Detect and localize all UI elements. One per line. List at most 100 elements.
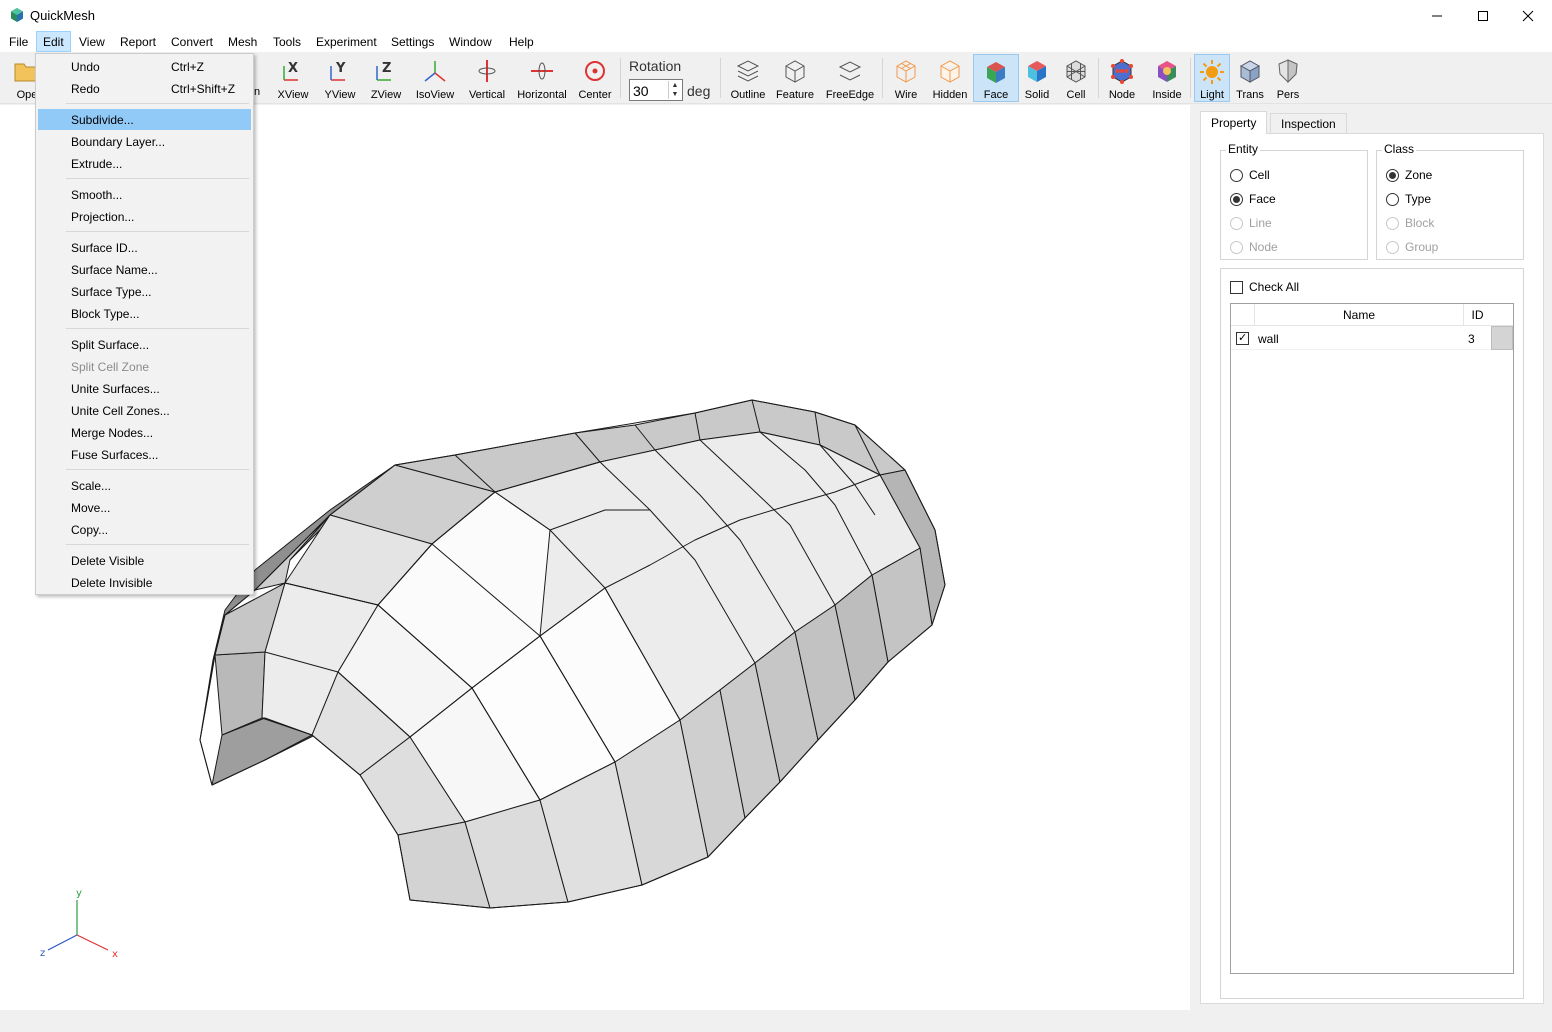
- radio-circle: [1230, 216, 1243, 230]
- check-all-checkbox[interactable]: Check All: [1230, 280, 1299, 294]
- freeedge-button[interactable]: FreeEdge: [824, 54, 876, 102]
- zview-icon: Z: [372, 57, 400, 85]
- header-check-column: [1231, 304, 1255, 326]
- menu-surface-name[interactable]: Surface Name...: [38, 259, 251, 280]
- row-id: 3: [1468, 332, 1475, 346]
- menu-convert[interactable]: Convert: [165, 31, 219, 52]
- menu-separator: [66, 103, 249, 104]
- toolbar-separator: [882, 58, 883, 98]
- menu-copy[interactable]: Copy...: [38, 519, 251, 540]
- rotation-unit: deg: [687, 83, 711, 99]
- table-scrollbar-thumb[interactable]: [1491, 326, 1513, 350]
- menu-edit[interactable]: Edit: [36, 31, 71, 52]
- header-name[interactable]: Name: [1255, 308, 1463, 322]
- close-button[interactable]: [1505, 0, 1551, 31]
- menu-block-type[interactable]: Block Type...: [38, 303, 251, 324]
- menu-unite-surfaces[interactable]: Unite Surfaces...: [38, 378, 251, 399]
- menu-projection[interactable]: Projection...: [38, 206, 251, 227]
- yview-button[interactable]: Y YView: [321, 54, 359, 102]
- menu-help[interactable]: Help: [503, 31, 540, 52]
- menu-move[interactable]: Move...: [38, 497, 251, 518]
- tab-property[interactable]: Property: [1200, 111, 1268, 134]
- menu-window[interactable]: Window: [443, 31, 498, 52]
- menu-redo[interactable]: Redo Ctrl+Shift+Z: [38, 78, 251, 99]
- trans-button[interactable]: Trans: [1232, 54, 1268, 102]
- menu-tools[interactable]: Tools: [267, 31, 307, 52]
- menu-experiment[interactable]: Experiment: [310, 31, 383, 52]
- tab-inspection[interactable]: Inspection: [1270, 113, 1347, 133]
- row-checkbox[interactable]: [1236, 331, 1249, 345]
- menu-surface-id[interactable]: Surface ID...: [38, 237, 251, 258]
- menu-undo[interactable]: Undo Ctrl+Z: [38, 56, 251, 77]
- xview-button[interactable]: X XView: [275, 54, 311, 102]
- axis-triad: y z x: [40, 888, 118, 960]
- class-group-radio: Group: [1386, 240, 1438, 254]
- solid-button[interactable]: Solid: [1020, 54, 1054, 102]
- isoview-button[interactable]: IsoView: [413, 54, 457, 102]
- table-header: Name ID: [1231, 304, 1513, 326]
- light-button[interactable]: Light: [1194, 54, 1230, 102]
- header-id[interactable]: ID: [1463, 304, 1491, 326]
- menu-split-surface[interactable]: Split Surface...: [38, 334, 251, 355]
- hidden-button[interactable]: Hidden: [930, 54, 970, 102]
- cell-icon: [1062, 57, 1090, 85]
- mesh-model: [199, 399, 946, 909]
- menu-boundary-layer[interactable]: Boundary Layer...: [38, 131, 251, 152]
- inside-icon: [1153, 57, 1181, 85]
- menu-unite-cell-zones[interactable]: Unite Cell Zones...: [38, 400, 251, 421]
- menu-smooth[interactable]: Smooth...: [38, 184, 251, 205]
- menu-view[interactable]: View: [73, 31, 111, 52]
- spin-arrows-icon[interactable]: ▲ ▼: [668, 81, 681, 99]
- face-button[interactable]: Face: [973, 54, 1019, 102]
- outline-button[interactable]: Outline: [728, 54, 768, 102]
- maximize-button[interactable]: [1460, 0, 1506, 31]
- menu-extrude[interactable]: Extrude...: [38, 153, 251, 174]
- svg-text:X: X: [288, 61, 298, 76]
- rotation-spinbox[interactable]: 30 ▲ ▼: [629, 79, 683, 101]
- entity-line-radio: Line: [1230, 216, 1272, 230]
- minimize-button[interactable]: [1414, 0, 1460, 31]
- wire-cube-icon: [892, 57, 920, 85]
- menu-mesh[interactable]: Mesh: [222, 31, 263, 52]
- zview-button[interactable]: Z ZView: [368, 54, 404, 102]
- menu-delete-invisible[interactable]: Delete Invisible: [38, 572, 251, 593]
- menu-surface-type[interactable]: Surface Type...: [38, 281, 251, 302]
- radio-circle-checked: [1230, 192, 1243, 206]
- entity-face-radio[interactable]: Face: [1230, 192, 1276, 206]
- menu-delete-visible[interactable]: Delete Visible: [38, 550, 251, 571]
- vertical-button[interactable]: Vertical: [466, 54, 508, 102]
- freeedge-icon: [836, 57, 864, 85]
- wire-button[interactable]: Wire: [888, 54, 924, 102]
- class-block-radio: Block: [1386, 216, 1434, 230]
- horizontal-button[interactable]: Horizontal: [515, 54, 569, 102]
- toolbar-separator: [720, 58, 721, 98]
- feature-button[interactable]: Feature: [774, 54, 816, 102]
- inside-button[interactable]: Inside: [1148, 54, 1186, 102]
- toolbar-separator: [620, 58, 621, 98]
- class-type-radio[interactable]: Type: [1386, 192, 1431, 206]
- node-button[interactable]: Node: [1104, 54, 1140, 102]
- pers-button[interactable]: Pers: [1272, 54, 1304, 102]
- table-row[interactable]: wall 3: [1231, 326, 1491, 350]
- class-group-title: Class: [1382, 142, 1417, 156]
- center-button[interactable]: Center: [576, 54, 614, 102]
- outline-icon: [734, 57, 762, 85]
- menu-merge-nodes[interactable]: Merge Nodes...: [38, 422, 251, 443]
- menu-settings[interactable]: Settings: [385, 31, 440, 52]
- solid-cube-icon: [1023, 57, 1051, 85]
- menu-subdivide[interactable]: Subdivide...: [38, 109, 251, 130]
- entity-cell-radio[interactable]: Cell: [1230, 168, 1270, 182]
- menu-fuse-surfaces[interactable]: Fuse Surfaces...: [38, 444, 251, 465]
- row-name: wall: [1258, 332, 1279, 346]
- horizontal-rotate-icon: [528, 57, 556, 85]
- cell-button[interactable]: Cell: [1060, 54, 1092, 102]
- quickmesh-logo-icon: [11, 8, 23, 22]
- entity-group-title: Entity: [1226, 142, 1261, 156]
- menu-separator: [66, 231, 249, 232]
- class-zone-radio[interactable]: Zone: [1386, 168, 1432, 182]
- rotation-label: Rotation: [629, 58, 682, 74]
- radio-circle: [1386, 216, 1399, 230]
- menu-report[interactable]: Report: [114, 31, 162, 52]
- menu-file[interactable]: File: [3, 31, 34, 52]
- menu-scale[interactable]: Scale...: [38, 475, 251, 496]
